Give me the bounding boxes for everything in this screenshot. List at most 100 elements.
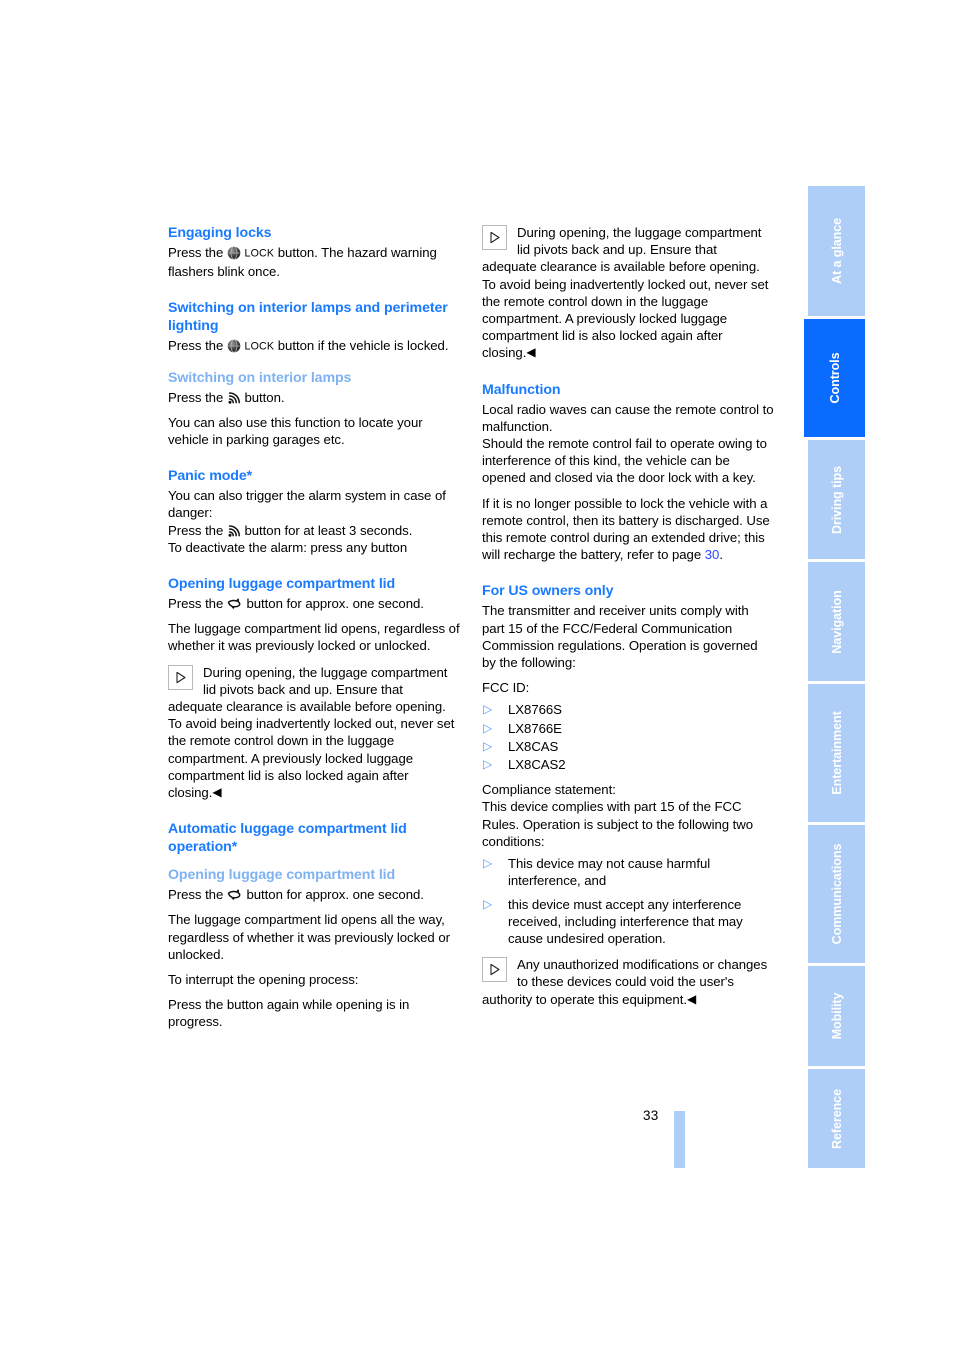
paragraph-press-trunk-button: Press the button for approx. one second. [168,595,460,612]
condition-text: This device may not cause harmful interf… [508,856,711,889]
paragraph-press-trunk-button-auto: Press the button for approx. one second. [168,886,460,903]
paragraph-malfunction-radio-waves: Local radio waves can cause the remote c… [482,401,774,434]
paragraph-compliance-text: This device complies with part 15 of the… [482,799,754,849]
sphere-icon [227,339,241,353]
fcc-id-value: LX8CAS2 [508,757,566,773]
tab-label: Mobility [829,992,844,1040]
section-heading-automatic-luggage-operation: Automatic luggage compartment lid operat… [168,821,407,856]
list-item: ▷ LX8766E [482,720,774,737]
subsection-heading-opening-luggage-lid-auto: Opening luggage compartment lid [168,867,396,884]
tab-driving-tips[interactable]: Driving tips [808,440,865,559]
paragraph-panic-deactivate: To deactivate the alarm: press any butto… [168,539,408,555]
chapter-tab-strip: At a glance Controls Driving tips Naviga… [804,186,865,1168]
signal-broadcast-icon [227,524,241,538]
paragraph-malfunction-key-fallback: Should the remote control fail to operat… [482,436,767,486]
triangle-bullet-icon: ▷ [483,720,493,735]
battery-text-after: . [719,547,723,563]
press-prefix: Press the [168,596,227,612]
paragraph-panic-trigger: You can also trigger the alarm system in… [168,488,446,521]
tab-communications[interactable]: Communications [808,825,865,963]
press-suffix: button for approx. one second. [242,596,424,612]
section-heading-panic-mode: Panic mode* [168,468,253,485]
section-heading-opening-luggage-lid: Opening luggage compartment lid [168,576,396,593]
note-block-opening-clearance-right: During opening, the luggage compartment … [482,224,774,362]
sphere-icon [227,246,241,260]
triangle-bullet-icon: ▷ [483,856,493,871]
compliance-conditions-list: ▷ This device may not cause harmful inter… [482,855,774,947]
right-column: During opening, the luggage compartment … [482,224,774,1008]
section-heading-malfunction: Malfunction [482,381,561,398]
tab-reference[interactable]: Reference [808,1069,865,1168]
list-item: ▷ LX8766S [482,701,774,718]
fcc-id-value: LX8766S [508,702,562,718]
tab-label: Navigation [829,589,844,654]
page-number-bar [674,1111,685,1168]
note-triangle-icon [482,957,507,983]
paragraph-panic-press: Press the button for at least 3 seconds. [168,522,460,539]
note-block-opening-clearance: During opening, the luggage compartment … [168,664,460,802]
triangle-bullet-icon: ▷ [483,896,493,911]
note-end-mark: ◀ [212,785,222,800]
note-triangle-icon [168,664,193,690]
list-item: ▷ This device may not cause harmful inter… [482,855,774,889]
left-column: Engaging locks Press the LOCK button. Th… [168,224,460,1031]
tab-controls[interactable]: Controls [804,319,865,437]
paragraph-engaging-locks: Press the LOCK button. The hazard warnin… [168,244,460,280]
note-text: Any unauthorized modifications or change… [482,957,768,1007]
paragraph-lid-opens-all-way: The luggage compartment lid opens all th… [168,912,450,962]
list-item: ▷ LX8CAS [482,738,774,755]
press-suffix: button. [240,389,285,405]
press-prefix: Press the [168,522,227,538]
triangle-bullet-icon: ▷ [483,702,493,717]
press-prefix: Press the [168,887,227,903]
section-heading-interior-lamps-perimeter: Switching on interior lamps and perimete… [168,299,448,334]
paragraph-press-signal-button: Press the button. [168,389,460,406]
note-triangle-icon [482,225,507,250]
tab-label: Communications [829,843,844,945]
note-end-mark: ◀ [686,991,697,1006]
tab-label: Controls [827,352,842,404]
press-prefix: Press the [168,245,227,260]
note-text: During opening, the luggage compartment … [168,664,455,801]
paragraph-locate-vehicle: You can also use this function to locate… [168,414,423,448]
battery-text-before: If it is no longer possible to lock the … [482,495,770,563]
trunk-open-icon [227,597,243,611]
tab-entertainment[interactable]: Entertainment [808,684,865,822]
paragraph-lid-opens: The luggage compartment lid opens, regar… [168,621,460,654]
list-item: ▷ LX8CAS2 [482,756,774,773]
paragraph-interrupt-opening: To interrupt the opening process: [168,972,359,988]
lock-label: LOCK [244,340,275,353]
manual-page: Engaging locks Press the LOCK button. Th… [0,0,954,1351]
tab-label: Driving tips [829,465,844,534]
tab-at-a-glance[interactable]: At a glance [808,186,865,316]
press-suffix: button for at least 3 seconds. [240,522,413,538]
press-prefix: Press the [168,337,227,353]
paragraph-press-again: Press the button again while opening is … [168,997,410,1030]
paragraph-malfunction-battery: If it is no longer possible to lock the … [482,495,774,564]
trunk-open-icon [227,888,243,902]
fcc-id-value: LX8CAS [508,738,559,754]
fcc-id-list: ▷ LX8766S ▷ LX8766E ▷ LX8CAS ▷ LX8CAS2 [482,701,774,773]
note-block-unauthorized-modifications: Any unauthorized modifications or change… [482,956,774,1008]
tab-mobility[interactable]: Mobility [808,966,865,1066]
signal-broadcast-icon [227,391,241,405]
press-suffix: button for approx. one second. [242,887,424,903]
triangle-bullet-icon: ▷ [483,738,493,753]
tab-label: At a glance [829,217,844,285]
page-cross-reference-link[interactable]: 30 [705,547,720,562]
page-number: 33 [643,1108,659,1123]
lock-label: LOCK [244,247,275,260]
tab-label: Reference [829,1088,844,1149]
paragraph-fcc-intro: The transmitter and receiver units compl… [482,603,758,671]
label-compliance-statement: Compliance statement: [482,782,616,798]
tab-navigation[interactable]: Navigation [808,562,865,681]
section-heading-engaging-locks: Engaging locks [168,225,272,241]
triangle-bullet-icon: ▷ [483,757,493,772]
list-item: ▷ this device must accept any interferenc… [482,896,774,948]
press-prefix: Press the [168,389,227,405]
note-text: During opening, the luggage compartment … [482,225,769,361]
section-heading-us-owners: For US owners only [482,583,614,600]
subsection-heading-interior-lamps: Switching on interior lamps [168,369,352,386]
condition-text: this device must accept any interference… [508,896,743,946]
fcc-id-value: LX8766E [508,720,562,736]
